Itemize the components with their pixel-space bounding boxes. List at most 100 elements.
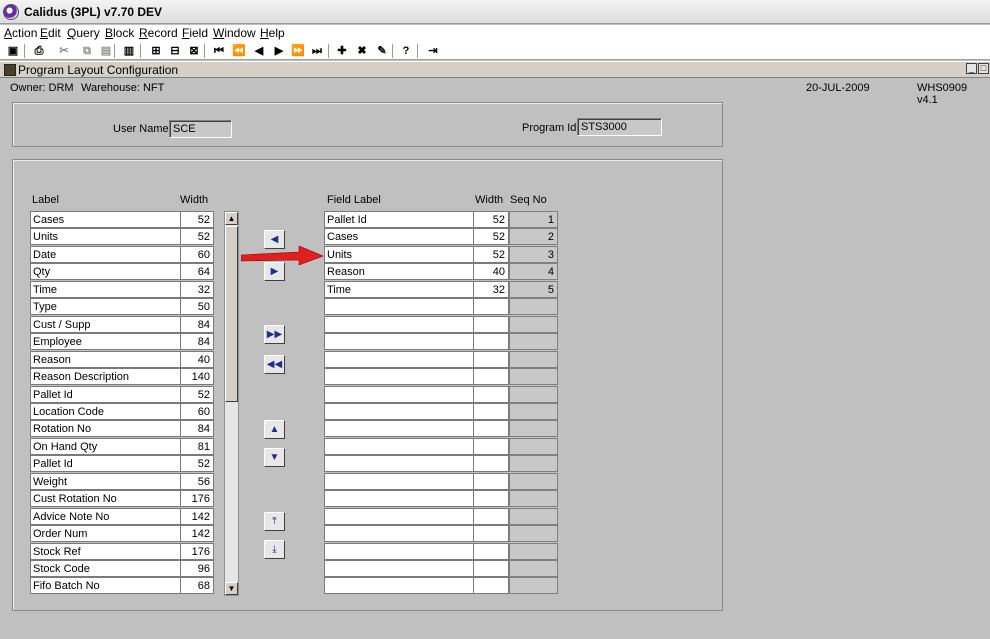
available-field-label[interactable]: Units (30, 228, 181, 245)
menu-action[interactable]: Action (4, 26, 37, 40)
print-icon[interactable]: ⎙ (31, 43, 47, 59)
selected-field-width[interactable]: 52 (473, 246, 509, 263)
available-field-width[interactable]: 52 (180, 386, 214, 403)
available-fields-scrollbar[interactable]: ▲ ▼ (224, 211, 239, 596)
selected-field-width[interactable] (473, 577, 509, 594)
available-field-label[interactable]: Cases (30, 211, 181, 228)
selected-field-width[interactable] (473, 403, 509, 420)
selected-field-label[interactable] (324, 560, 474, 577)
selected-field-label[interactable]: Units (324, 246, 474, 263)
selected-field-width[interactable] (473, 525, 509, 542)
next-record-icon[interactable]: ▶ (271, 43, 287, 59)
available-field-width[interactable]: 84 (180, 420, 214, 437)
available-field-label[interactable]: Qty (30, 263, 181, 280)
selected-field-label[interactable] (324, 403, 474, 420)
available-field-width[interactable]: 32 (180, 281, 214, 298)
copy-icon[interactable]: ⧉ (79, 43, 95, 59)
selected-field-width[interactable] (473, 316, 509, 333)
selected-field-label[interactable]: Time (324, 281, 474, 298)
menu-field[interactable]: Field (182, 26, 208, 40)
selected-field-width[interactable] (473, 560, 509, 577)
help-icon[interactable]: ? (398, 43, 414, 59)
selected-field-label[interactable]: Reason (324, 263, 474, 280)
available-field-width[interactable]: 142 (180, 508, 214, 525)
find-icon[interactable]: ⊞ (148, 43, 164, 59)
selected-field-label[interactable] (324, 316, 474, 333)
find-all-icon[interactable]: ⊟ (167, 43, 183, 59)
selected-field-width[interactable] (473, 473, 509, 490)
restore-button[interactable]: □ (978, 63, 989, 74)
last-record-icon[interactable]: ⏭ (309, 43, 325, 59)
minimize-button[interactable]: _ (966, 63, 977, 74)
add-all-fields-button[interactable]: ▶▶ (264, 325, 285, 344)
available-field-label[interactable]: Rotation No (30, 420, 181, 437)
menu-window[interactable]: Window (213, 26, 256, 40)
selected-field-width[interactable] (473, 543, 509, 560)
edit-icon[interactable]: ✎ (374, 43, 390, 59)
clear-icon[interactable]: ▥ (121, 43, 137, 59)
available-field-label[interactable]: Weight (30, 473, 181, 490)
available-field-width[interactable]: 68 (180, 577, 214, 594)
available-field-width[interactable]: 84 (180, 316, 214, 333)
available-field-width[interactable]: 52 (180, 455, 214, 472)
selected-field-label[interactable] (324, 351, 474, 368)
exit-icon[interactable]: ⇥ (425, 43, 441, 59)
selected-field-width[interactable] (473, 298, 509, 315)
move-down-button[interactable]: ▼ (264, 448, 285, 467)
move-top-button[interactable]: ⤒ (264, 512, 285, 531)
selected-field-width[interactable]: 52 (473, 228, 509, 245)
available-field-label[interactable]: Fifo Batch No (30, 577, 181, 594)
first-record-icon[interactable]: ⏮ (211, 43, 227, 59)
selected-field-label[interactable] (324, 473, 474, 490)
menu-record[interactable]: Record (139, 26, 178, 40)
available-field-label[interactable]: Cust / Supp (30, 316, 181, 333)
selected-field-width[interactable] (473, 368, 509, 385)
selected-field-width[interactable] (473, 333, 509, 350)
next-block-icon[interactable]: ⏩ (290, 43, 306, 59)
available-field-label[interactable]: Order Num (30, 525, 181, 542)
selected-field-label[interactable] (324, 525, 474, 542)
save-icon[interactable]: ▣ (5, 43, 21, 59)
available-field-label[interactable]: Stock Ref (30, 543, 181, 560)
available-field-label[interactable]: Reason Description (30, 368, 181, 385)
available-field-label[interactable]: Cust Rotation No (30, 490, 181, 507)
selected-field-width[interactable]: 40 (473, 263, 509, 280)
available-field-label[interactable]: On Hand Qty (30, 438, 181, 455)
selected-field-label[interactable]: Cases (324, 228, 474, 245)
selected-field-width[interactable]: 32 (473, 281, 509, 298)
available-field-label[interactable]: Employee (30, 333, 181, 350)
available-field-label[interactable]: Date (30, 246, 181, 263)
available-field-width[interactable]: 56 (180, 473, 214, 490)
selected-field-label[interactable] (324, 577, 474, 594)
available-field-width[interactable]: 176 (180, 543, 214, 560)
available-field-label[interactable]: Location Code (30, 403, 181, 420)
available-field-width[interactable]: 142 (180, 525, 214, 542)
selected-field-label[interactable] (324, 333, 474, 350)
scroll-thumb[interactable] (225, 226, 238, 402)
available-field-width[interactable]: 81 (180, 438, 214, 455)
scroll-up-icon[interactable]: ▲ (225, 212, 238, 225)
program-id-field[interactable]: STS3000 (577, 118, 662, 136)
available-field-label[interactable]: Advice Note No (30, 508, 181, 525)
prev-record-icon[interactable]: ◀ (251, 43, 267, 59)
available-field-width[interactable]: 64 (180, 263, 214, 280)
selected-field-width[interactable] (473, 455, 509, 472)
available-field-width[interactable]: 52 (180, 211, 214, 228)
selected-field-width[interactable] (473, 420, 509, 437)
selected-field-width[interactable] (473, 508, 509, 525)
move-up-button[interactable]: ▲ (264, 420, 285, 439)
available-field-width[interactable]: 96 (180, 560, 214, 577)
selected-field-label[interactable] (324, 438, 474, 455)
selected-field-width[interactable] (473, 490, 509, 507)
paste-icon[interactable]: ▤ (98, 43, 114, 59)
selected-field-width[interactable]: 52 (473, 211, 509, 228)
selected-field-label[interactable]: Pallet Id (324, 211, 474, 228)
selected-field-label[interactable] (324, 508, 474, 525)
available-field-width[interactable]: 140 (180, 368, 214, 385)
available-field-label[interactable]: Pallet Id (30, 455, 181, 472)
scroll-down-icon[interactable]: ▼ (225, 582, 238, 595)
selected-field-width[interactable] (473, 438, 509, 455)
query-icon[interactable]: ⊠ (186, 43, 202, 59)
selected-field-label[interactable] (324, 543, 474, 560)
selected-field-width[interactable] (473, 386, 509, 403)
